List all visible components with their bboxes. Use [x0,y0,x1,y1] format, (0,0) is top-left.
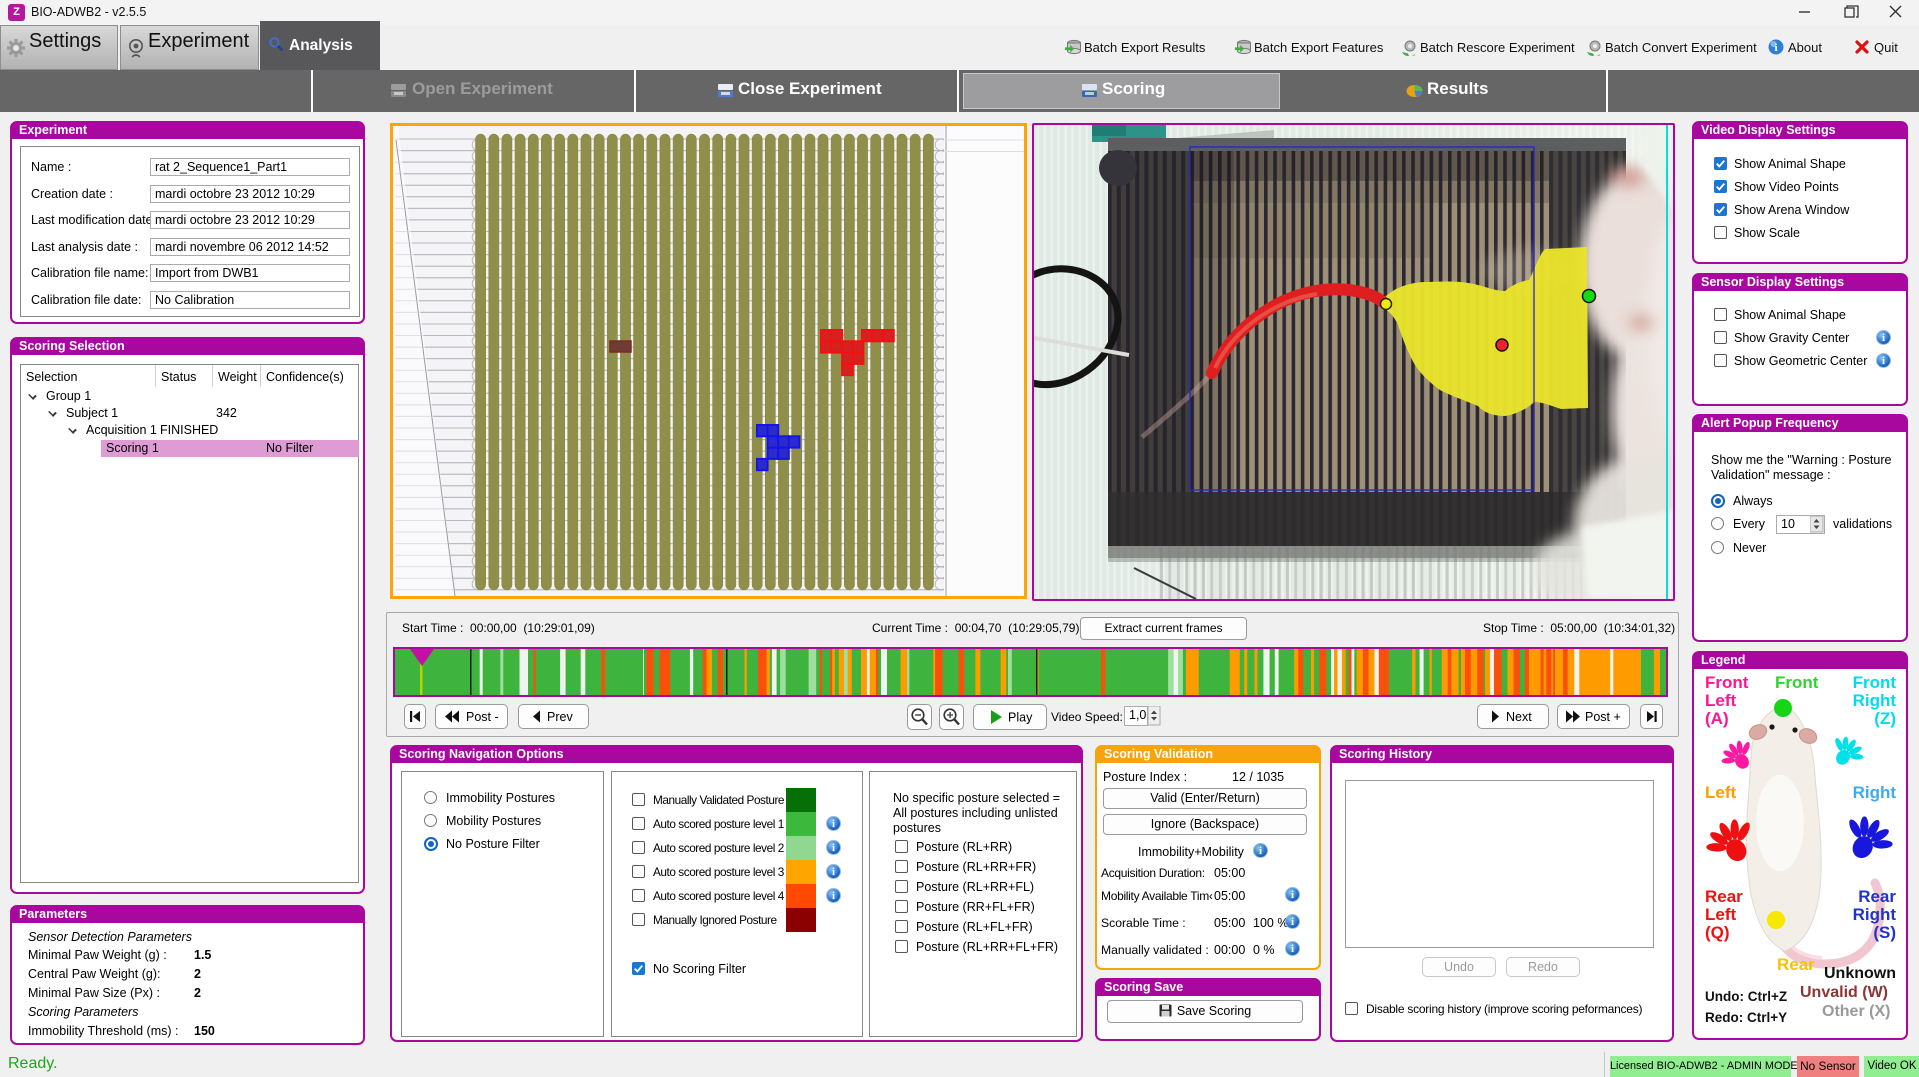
svg-text:Post +: Post + [1585,710,1621,724]
svg-text:Post -: Post - [466,710,499,724]
svg-text:Play: Play [1008,711,1033,725]
svg-text:Next: Next [1506,710,1532,724]
svg-text:i: i [1774,42,1777,54]
svg-text:Prev: Prev [547,710,573,724]
